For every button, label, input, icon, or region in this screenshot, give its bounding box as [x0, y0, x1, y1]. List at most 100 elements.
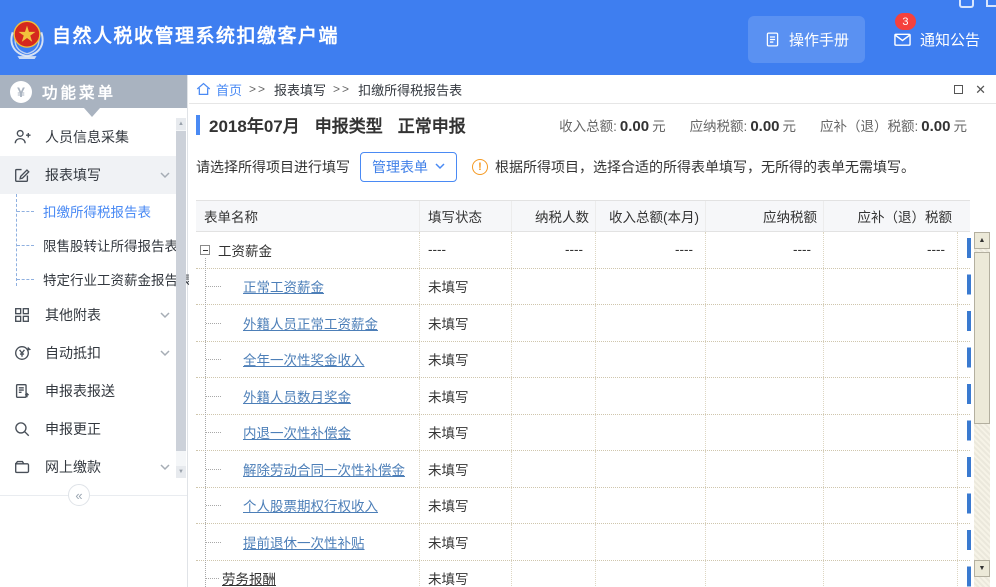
wallet-icon — [13, 458, 31, 476]
person-add-icon — [13, 128, 31, 146]
fill-status: 未填写 — [420, 561, 512, 587]
sidebar-subitem-label: 扣缴所得税报告表 — [43, 201, 151, 221]
stat-tax-balance: 应补（退）税额:0.00元 — [820, 115, 967, 135]
cell-balance — [824, 561, 958, 587]
maximize-icon[interactable] — [954, 85, 963, 94]
sidebar-collapse-button[interactable]: « — [68, 484, 90, 506]
column-header: 表单名称 — [196, 201, 420, 231]
sidebar-subitem-label: 特定行业工资薪金报告表 — [43, 269, 192, 289]
fill-status: 未填写 — [420, 269, 512, 305]
table-scrollbar[interactable]: ▲ ▼ — [974, 232, 990, 587]
cell-income — [596, 451, 706, 487]
collapse-expander-icon[interactable] — [200, 245, 210, 255]
cell-balance — [824, 451, 958, 487]
form-link[interactable]: 个人股票期权行权收入 — [243, 495, 378, 515]
table-row: 提前退休一次性补贴未填写 — [196, 524, 970, 561]
sidebar-item[interactable]: 申报更正 — [0, 410, 176, 448]
cell-tax — [706, 415, 824, 451]
sidebar-item[interactable]: 人员信息采集 — [0, 118, 176, 156]
fill-status: ---- — [420, 232, 512, 268]
tree-connector — [206, 505, 221, 506]
manage-forms-button[interactable]: 管理表单 — [360, 152, 457, 182]
cell-balance — [824, 378, 958, 414]
sidebar-item[interactable]: 报表填写 — [0, 156, 176, 194]
table-row: 全年一次性奖金收入未填写 — [196, 342, 970, 379]
sidebar-item[interactable]: 自动抵扣 — [0, 334, 176, 372]
column-header: 收入总额(本月) — [596, 201, 706, 231]
cell-taxpayers — [512, 305, 596, 341]
table-row: 个人股票期权行权收入未填写 — [196, 488, 970, 525]
main-panel: 首页 >> 报表填写 >> 扣缴所得税报告表 ✕ 2018年07月 申报类型 正… — [189, 75, 996, 587]
form-link[interactable]: 解除劳动合同一次性补偿金 — [243, 459, 405, 479]
table-edge-dashes — [967, 238, 971, 587]
cell-tax — [706, 342, 824, 378]
sidebar-item-label: 人员信息采集 — [45, 127, 129, 147]
form-link[interactable]: 外籍人员正常工资薪金 — [243, 313, 378, 333]
breadcrumb-home-link[interactable]: 首页 — [216, 80, 242, 99]
cell-balance — [824, 305, 958, 341]
form-link[interactable]: 提前退休一次性补贴 — [243, 532, 365, 552]
cell-balance: ---- — [824, 232, 958, 268]
sidebar-scrollbar-thumb[interactable] — [176, 131, 186, 451]
sidebar-scrollbar[interactable]: ▲ ▼ — [176, 118, 186, 478]
fill-status: 未填写 — [420, 305, 512, 341]
fill-status: 未填写 — [420, 415, 512, 451]
yen-refresh-icon — [13, 344, 31, 362]
sidebar-subitem[interactable]: 扣缴所得税报告表 — [0, 194, 176, 228]
table-scrollbar-thumb[interactable] — [974, 252, 990, 424]
cell-balance — [824, 269, 958, 305]
scroll-up-icon[interactable]: ▲ — [176, 118, 186, 130]
sidebar-item[interactable]: 申报表报送 — [0, 372, 176, 410]
cell-taxpayers: ---- — [512, 232, 596, 268]
chevron-down-icon — [160, 350, 170, 357]
breadcrumb-separator: >> — [333, 82, 351, 96]
cell-taxpayers — [512, 488, 596, 524]
toolbar-row: 请选择所得项目进行填写 管理表单 ! 根据所得项目，选择合适的所得表单填写，无所… — [189, 139, 996, 194]
sidebar-divider — [0, 495, 187, 496]
period-month: 2018年07月 — [209, 112, 300, 137]
notice-button[interactable]: 3 通知公告 — [891, 19, 982, 60]
sidebar-subitem[interactable]: 限售股转让所得报告表 — [0, 228, 176, 262]
cell-balance — [824, 415, 958, 451]
sidebar-item[interactable]: 网上缴款 — [0, 448, 176, 486]
chevron-down-icon — [160, 172, 170, 179]
breadcrumb: 首页 >> 报表填写 >> 扣缴所得税报告表 ✕ — [189, 75, 996, 104]
table-row: 外籍人员正常工资薪金 未填写 — [196, 305, 970, 342]
sidebar-item-label: 申报表报送 — [45, 381, 115, 401]
close-icon[interactable]: ✕ — [975, 83, 986, 96]
form-link[interactable]: 外籍人员数月奖金 — [243, 386, 351, 406]
sidebar-header-pointer — [84, 108, 100, 117]
column-header: 应补（退）税额 — [824, 201, 958, 231]
cell-tax — [706, 305, 824, 341]
chevron-down-icon — [160, 464, 170, 471]
table-row: 外籍人员数月奖金未填写 — [196, 378, 970, 415]
tree-connector — [206, 432, 221, 433]
cell-tax — [706, 378, 824, 414]
column-header: 应纳税额 — [706, 201, 824, 231]
top-header-bar: 自然人税收管理系统扣缴客户端 操作手册 3 通知公告 — [0, 0, 996, 75]
scroll-up-icon[interactable]: ▲ — [974, 232, 990, 249]
cell-tax — [706, 561, 824, 587]
tree-connector — [206, 286, 221, 287]
toolbar-notice-text: 根据所得项目，选择合适的所得表单填写，无所得的表单无需填写。 — [495, 157, 915, 177]
scroll-down-icon[interactable]: ▼ — [176, 466, 186, 478]
cell-taxpayers — [512, 342, 596, 378]
form-link[interactable]: 劳务报酬 — [222, 568, 276, 587]
cell-income — [596, 561, 706, 587]
stat-total-income: 收入总额:0.00元 — [559, 115, 665, 135]
declare-type-label: 申报类型 — [315, 112, 383, 137]
table-row: 解除劳动合同一次性补偿金未填写 — [196, 451, 970, 488]
cell-tax: ---- — [706, 232, 824, 268]
form-link[interactable]: 内退一次性补偿金 — [243, 422, 351, 442]
manual-button[interactable]: 操作手册 — [748, 16, 865, 63]
grid-icon — [13, 306, 31, 324]
form-link[interactable]: 正常工资薪金 — [243, 276, 324, 296]
form-link[interactable]: 全年一次性奖金收入 — [243, 349, 365, 369]
cell-balance — [824, 524, 958, 560]
sidebar-subitem[interactable]: 特定行业工资薪金报告表 — [0, 262, 176, 296]
sidebar-item[interactable]: 其他附表 — [0, 296, 176, 334]
cell-income — [596, 305, 706, 341]
sidebar-item-label: 其他附表 — [45, 305, 101, 325]
notice-badge: 3 — [895, 13, 916, 30]
scroll-down-icon[interactable]: ▼ — [974, 560, 990, 577]
